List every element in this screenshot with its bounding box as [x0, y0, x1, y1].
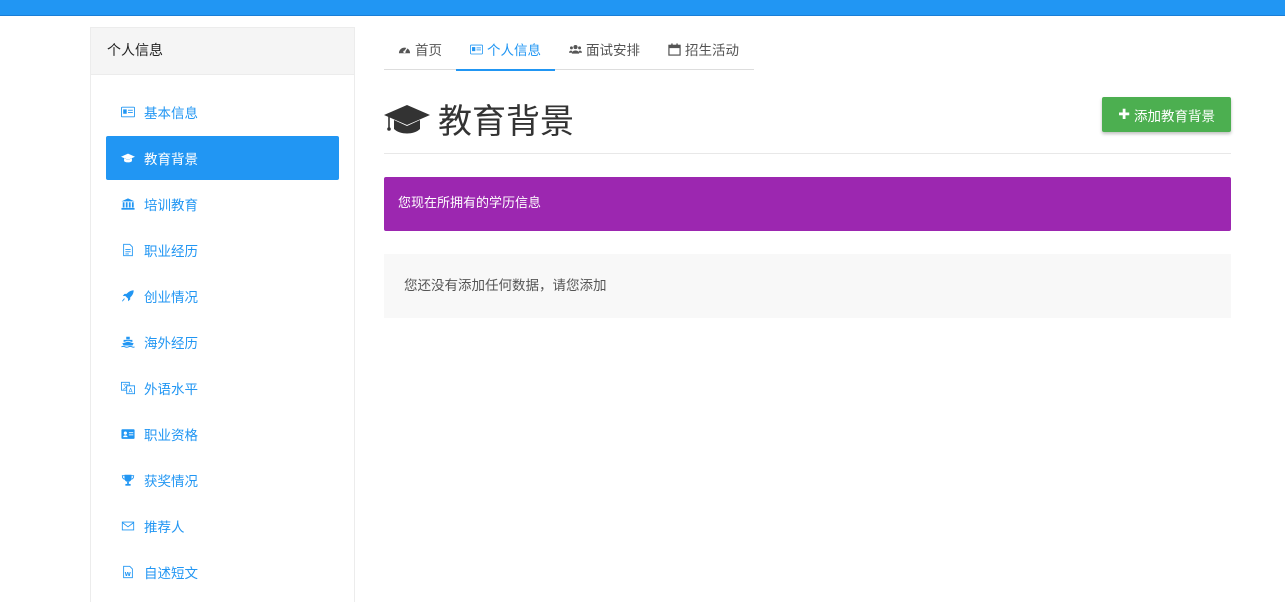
add-education-label: 添加教育背景: [1134, 108, 1215, 125]
page-header: 教育背景 ✚ 添加教育背景: [384, 90, 1231, 154]
sidebar-item-basic-info[interactable]: 基本信息: [106, 90, 339, 134]
tab-recruitment[interactable]: 招生活动: [654, 28, 753, 70]
tab-label: 首页: [415, 43, 442, 59]
word-file-icon: W: [120, 565, 136, 579]
page-title: 教育背景: [384, 94, 574, 143]
sidebar-item-referee[interactable]: 推荐人: [106, 504, 339, 548]
file-text-icon: [120, 243, 136, 257]
svg-text:W: W: [125, 572, 132, 578]
sidebar-title: 个人信息: [91, 28, 354, 75]
sidebar-item-training[interactable]: 培训教育: [106, 182, 339, 226]
sidebar-item-label: 职业资格: [144, 428, 198, 444]
dashboard-icon: [398, 43, 411, 56]
tab-label: 招生活动: [685, 43, 739, 59]
sidebar-item-label: 自述短文: [144, 566, 198, 582]
tab-home[interactable]: 首页: [384, 28, 456, 70]
sidebar-item-label: 培训教育: [144, 198, 198, 214]
calendar-icon: [668, 42, 681, 56]
sidebar-item-awards[interactable]: 获奖情况: [106, 458, 339, 502]
empty-state-message: 您还没有添加任何数据，请您添加: [384, 254, 1231, 318]
sidebar-item-label: 基本信息: [144, 106, 198, 122]
sidebar-item-label: 教育背景: [144, 152, 198, 168]
language-icon: 文A: [120, 381, 136, 395]
sidebar-item-label: 职业经历: [144, 244, 198, 260]
tab-personal-info[interactable]: 个人信息: [456, 28, 555, 71]
trophy-icon: [120, 473, 136, 487]
ship-icon: [120, 335, 136, 349]
plus-icon: ✚: [1118, 106, 1130, 123]
sidebar-item-label: 海外经历: [144, 336, 198, 352]
sidebar-item-startup[interactable]: 创业情况: [106, 274, 339, 318]
vcard-icon: [120, 427, 136, 441]
rocket-icon: [120, 289, 136, 303]
id-card-icon: [120, 105, 136, 119]
id-card-icon: [470, 43, 483, 56]
envelope-icon: [120, 519, 136, 533]
sidebar-item-education[interactable]: 教育背景: [106, 136, 339, 180]
sidebar-item-career[interactable]: 职业经历: [106, 228, 339, 272]
tab-label: 个人信息: [487, 43, 541, 59]
top-bar: [0, 0, 1285, 16]
top-nav-tabs: 首页 个人信息 面试安排 招生活动: [384, 28, 754, 71]
graduation-cap-icon: [120, 151, 136, 165]
page-title-text: 教育背景: [438, 102, 574, 142]
add-education-button[interactable]: ✚ 添加教育背景: [1102, 97, 1231, 132]
users-icon: [569, 43, 582, 56]
sidebar-item-overseas[interactable]: 海外经历: [106, 320, 339, 364]
tab-label: 面试安排: [586, 43, 640, 59]
sidebar-item-language[interactable]: 文A 外语水平: [106, 366, 339, 410]
sidebar-item-label: 获奖情况: [144, 474, 198, 490]
sidebar-menu: 基本信息 教育背景 培训教育 职业经历 创业情况 海外经历 文 A 外语水平 职…: [106, 90, 339, 596]
sidebar-item-label: 外语水平: [144, 382, 198, 398]
sidebar: 个人信息 基本信息 教育背景 培训教育 职业经历 创业情况 海外经历 文 A 外…: [90, 27, 355, 602]
tab-interview[interactable]: 面试安排: [555, 28, 654, 70]
sidebar-item-essay[interactable]: W 自述短文: [106, 550, 339, 594]
sidebar-item-label: 创业情况: [144, 290, 198, 306]
sidebar-item-qualification[interactable]: 职业资格: [106, 412, 339, 456]
institution-icon: [120, 197, 136, 211]
sidebar-item-label: 推荐人: [144, 520, 185, 536]
info-banner: 您现在所拥有的学历信息: [384, 177, 1231, 231]
graduation-cap-icon: [384, 101, 430, 137]
